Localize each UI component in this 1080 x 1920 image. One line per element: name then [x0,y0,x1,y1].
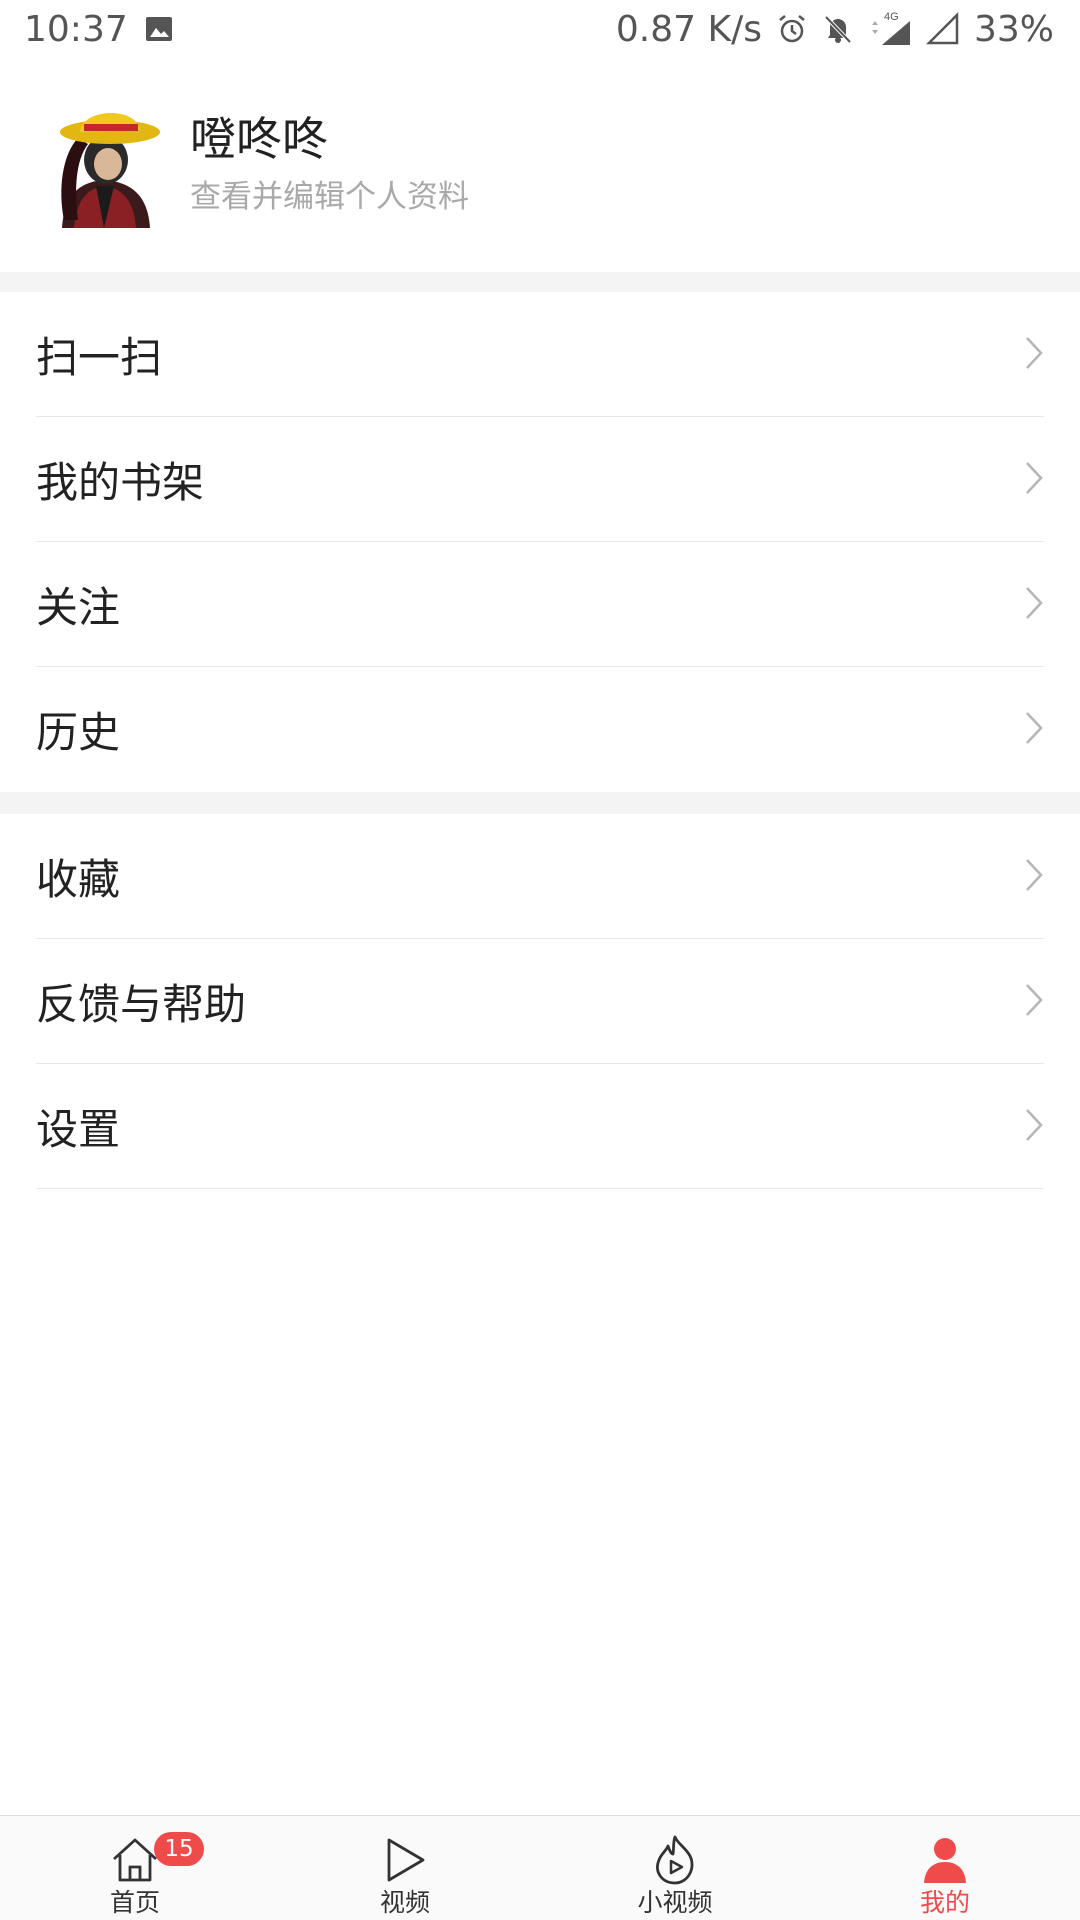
home-icon [110,1834,160,1886]
signal-4g-icon: 4G [868,11,912,47]
menu-item-bookshelf[interactable]: 我的书架 [0,417,1080,542]
section-divider [0,792,1080,814]
menu-item-label: 关注 [36,583,121,632]
status-bar: 10:37 0.87 K/s 4G 33% [0,0,1080,58]
menu-item-favorites[interactable]: 收藏 [0,814,1080,939]
image-icon [144,14,174,44]
menu-item-label: 收藏 [36,855,121,904]
menu-item-following[interactable]: 关注 [0,542,1080,667]
app-root: 10:37 0.87 K/s 4G 33% 噔咚咚 查看并编辑个人资料 扫一扫 … [0,0,1080,1920]
status-left: 10:37 [24,9,174,50]
chevron-right-icon [1024,460,1044,500]
profile-edit-link[interactable]: 查看并编辑个人资料 [190,173,469,221]
menu-item-label: 反馈与帮助 [36,980,247,1029]
menu-item-label: 扫一扫 [36,333,163,382]
chevron-right-icon [1024,982,1044,1022]
alarm-icon [776,13,808,45]
battery-level: 33% [973,8,1054,50]
nav-tab-video[interactable]: 视频 [270,1816,540,1920]
nav-label: 我的 [919,1888,970,1917]
menu-item-label: 设置 [36,1105,121,1154]
chevron-right-icon [1024,585,1044,625]
menu-item-feedback-help[interactable]: 反馈与帮助 [0,939,1080,1064]
username: 噔咚咚 [190,112,328,166]
menu-item-label: 历史 [36,708,121,757]
notification-badge: 15 [154,1832,204,1866]
nav-tab-short-video[interactable]: 小视频 [540,1816,810,1920]
avatar[interactable] [44,100,166,230]
nav-tab-mine[interactable]: 我的 [810,1816,1080,1920]
bottom-nav: 首页 15 视频 小视频 我的 [0,1815,1080,1920]
section-divider [0,272,1080,292]
menu-item-history[interactable]: 历史 [0,667,1080,792]
nav-label: 首页 [109,1888,160,1917]
chevron-right-icon [1024,710,1044,750]
chevron-right-icon [1024,857,1044,897]
network-type: 4G [884,11,899,23]
signal-icon [925,12,960,46]
menu-item-settings[interactable]: 设置 [0,1064,1080,1189]
menu-item-scan[interactable]: 扫一扫 [0,292,1080,417]
play-icon [383,1834,427,1886]
menu-group-secondary: 收藏 反馈与帮助 设置 [0,814,1080,1189]
nav-label: 视频 [379,1888,430,1917]
chevron-right-icon [1024,1107,1044,1147]
menu-item-label: 我的书架 [36,458,205,507]
person-icon [922,1834,968,1886]
menu-group-main: 扫一扫 我的书架 关注 历史 [0,292,1080,792]
profile-header[interactable]: 噔咚咚 查看并编辑个人资料 [0,58,1080,272]
nav-tab-home[interactable]: 首页 15 [0,1816,270,1920]
status-time: 10:37 [24,8,128,50]
bell-off-icon [822,13,854,45]
network-speed: 0.87 K/s [615,8,762,50]
profile-text: 噔咚咚 查看并编辑个人资料 [190,109,469,221]
chevron-right-icon [1024,335,1044,375]
status-right: 0.87 K/s 4G 33% [616,9,1054,50]
nav-label: 小视频 [637,1888,713,1917]
flame-play-icon [652,1834,698,1886]
